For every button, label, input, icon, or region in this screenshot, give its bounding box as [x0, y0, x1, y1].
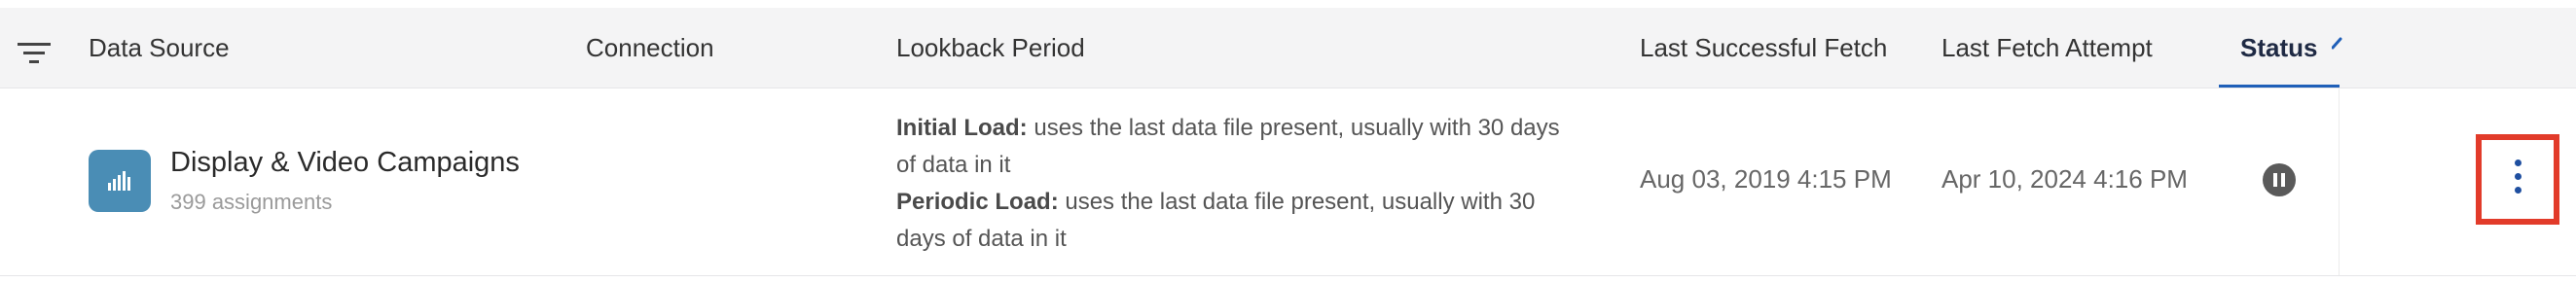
periodic-load-label: Periodic Load:: [896, 189, 1059, 215]
more-actions-button[interactable]: [2476, 134, 2559, 225]
column-header-connection[interactable]: Connection: [586, 8, 714, 88]
column-header-lookback-period[interactable]: Lookback Period: [896, 8, 1085, 88]
lookback-period-text: Initial Load: uses the last data file pr…: [896, 110, 1578, 258]
initial-load-line: Initial Load: uses the last data file pr…: [896, 110, 1578, 184]
data-source-name[interactable]: Display & Video Campaigns: [170, 147, 520, 179]
sort-ascending-icon[interactable]: [2332, 37, 2343, 58]
periodic-load-line: Periodic Load: uses the last data file p…: [896, 184, 1578, 258]
column-header-last-fetch-attempt[interactable]: Last Fetch Attempt: [1941, 8, 2153, 88]
column-header-status[interactable]: Status: [2219, 8, 2343, 88]
table-header: Data Source Connection Lookback Period L…: [0, 8, 2576, 88]
bar-chart-icon: [89, 150, 151, 212]
filter-icon[interactable]: [18, 43, 51, 64]
data-source-assignments: 399 assignments: [170, 190, 333, 214]
initial-load-label: Initial Load:: [896, 115, 1028, 141]
column-header-status-label: Status: [2240, 33, 2318, 62]
column-header-data-source[interactable]: Data Source: [89, 8, 230, 88]
column-header-last-successful-fetch[interactable]: Last Successful Fetch: [1640, 8, 1887, 88]
table-row[interactable]: Display & Video Campaigns 399 assignment…: [0, 88, 2576, 276]
last-successful-fetch-value: Aug 03, 2019 4:15 PM: [1640, 164, 1892, 194]
column-divider: [2339, 88, 2340, 275]
last-fetch-attempt-value: Apr 10, 2024 4:16 PM: [1941, 164, 2188, 194]
pause-icon[interactable]: [2263, 163, 2296, 196]
